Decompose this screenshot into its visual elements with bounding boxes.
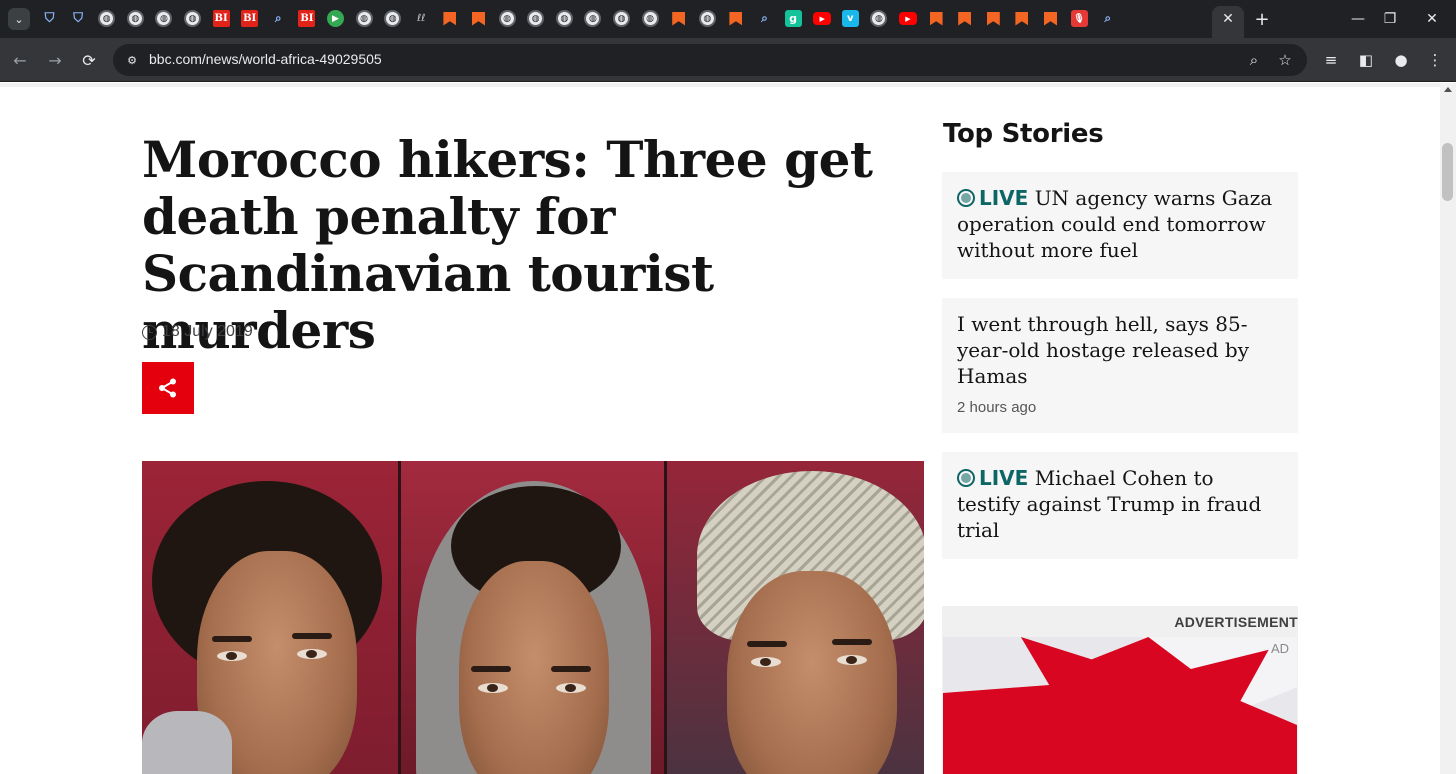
story-title[interactable]: I went through hell, says 85-year-old ho… [957, 311, 1283, 389]
globe-favicon-icon[interactable]: ◍ [870, 10, 888, 27]
back-icon[interactable]: ← [9, 49, 31, 71]
li-favicon-icon[interactable]: ℓℓ [413, 10, 430, 27]
pod-favicon-icon[interactable]: 🎙 [1070, 10, 1088, 27]
globe-favicon-icon[interactable]: ◍ [584, 10, 602, 27]
globe-favicon-icon[interactable]: ◍ [555, 10, 573, 27]
yt-favicon-icon[interactable]: ▶ [813, 12, 832, 25]
date-text: 18 July 2019 [162, 323, 253, 340]
bm-favicon-icon[interactable] [1013, 10, 1030, 27]
story-link[interactable]: LIVE UN agency warns Gaza operation coul… [957, 185, 1283, 263]
top-stories-heading: Top Stories [943, 119, 1104, 149]
live-label: LIVE [979, 186, 1029, 210]
search-favicon-icon[interactable]: ⌕ [756, 10, 773, 27]
bm-favicon-icon[interactable] [670, 10, 687, 27]
scroll-thumb[interactable] [1442, 143, 1453, 201]
page-scrollbar[interactable] [1440, 83, 1456, 774]
forward-icon[interactable]: → [44, 49, 66, 71]
minimize-icon[interactable]: — [1347, 8, 1369, 30]
side-panel-icon[interactable]: ◧ [1355, 49, 1377, 71]
bm-favicon-icon[interactable] [441, 10, 458, 27]
story-link[interactable]: LIVE Michael Cohen to testify against Tr… [957, 465, 1283, 543]
photo-panel-middle [401, 461, 664, 774]
globe-favicon-icon[interactable]: ◍ [98, 10, 116, 27]
search-favicon-icon[interactable]: ⌕ [1099, 10, 1116, 27]
article-headline: Morocco hikers: Three get death penalty … [142, 130, 873, 360]
scroll-up-arrow-icon[interactable] [1444, 87, 1452, 92]
globe-favicon-icon[interactable]: ◍ [155, 10, 173, 27]
globe-favicon-icon[interactable]: ◍ [498, 10, 516, 27]
new-tab-button[interactable]: + [1252, 9, 1272, 30]
bi-favicon-icon[interactable]: BI [298, 10, 316, 27]
article-date: 18 July 2019 [142, 323, 253, 341]
ad-tag: AD [1270, 641, 1289, 656]
address-bar[interactable]: ⚙ bbc.com/news/world-africa-49029505 ⌕ ☆ [113, 44, 1307, 76]
globe-favicon-icon[interactable]: ◍ [527, 10, 545, 27]
zoom-icon[interactable]: ⌕ [1244, 50, 1264, 70]
media-controls-icon[interactable]: ≡ [1320, 49, 1342, 71]
story-card[interactable]: LIVE Michael Cohen to testify against Tr… [942, 452, 1298, 559]
globe-favicon-icon[interactable]: ◍ [184, 10, 201, 27]
restore-icon[interactable]: ❐ [1379, 8, 1401, 30]
live-label: LIVE [979, 466, 1029, 490]
tab-strip: ⌄ ⛉ ⛉ ◍ ◍ ◍ ◍ BI BI ⌕ BI ▶ ◍ ◍ ℓℓ ◍ ◍ ◍ ◍ ◍ ◍ ◍ ⌕ g ▶ v ◍ ▶ 🎙 ⌕ ✕ + … [0, 0, 1456, 38]
story-card[interactable]: I went through hell, says 85-year-old ho… [942, 298, 1298, 433]
globe-favicon-icon[interactable]: ◍ [641, 10, 659, 27]
clock-icon [142, 324, 157, 340]
url-text[interactable]: bbc.com/news/world-africa-49029505 [149, 51, 382, 67]
site-info-icon[interactable]: ⚙ [123, 51, 141, 69]
v-favicon-icon[interactable]: v [841, 10, 859, 27]
close-tab-icon[interactable]: ✕ [1219, 10, 1237, 28]
bi-favicon-icon[interactable]: BI [241, 10, 259, 27]
globe-favicon-icon[interactable]: ◍ [126, 10, 144, 27]
live-indicator-icon [957, 469, 975, 487]
globe-favicon-icon[interactable]: ◍ [613, 10, 630, 27]
yt-favicon-icon[interactable]: ▶ [899, 12, 917, 25]
bm-favicon-icon[interactable] [985, 10, 1002, 27]
advertisement-label: ADVERTISEMENT [1174, 614, 1298, 630]
live-indicator-icon [957, 189, 975, 207]
live-badge: LIVE [957, 466, 1028, 490]
ad-image[interactable]: AD [943, 637, 1297, 774]
bm-favicon-icon[interactable] [727, 10, 744, 27]
advertisement: ADVERTISEMENT AD [942, 606, 1298, 774]
story-card[interactable]: LIVE UN agency warns Gaza operation coul… [942, 172, 1298, 279]
search-favicon-icon[interactable]: ⌕ [270, 10, 287, 27]
close-window-icon[interactable]: ✕ [1421, 8, 1443, 30]
globe-favicon-icon[interactable]: ◍ [355, 10, 373, 27]
profile-avatar-icon[interactable]: ● [1390, 49, 1412, 71]
g-favicon-icon[interactable]: g [784, 10, 802, 27]
shield-favicon-icon[interactable]: ⛉ [41, 10, 58, 27]
menu-kebab-icon[interactable]: ⋮ [1424, 49, 1446, 71]
bm-favicon-icon[interactable] [928, 10, 945, 27]
article-photo [142, 461, 924, 774]
share-icon [159, 378, 176, 398]
bm-favicon-icon[interactable] [1042, 10, 1059, 27]
bm-favicon-icon[interactable] [956, 10, 973, 27]
share-button[interactable] [142, 362, 194, 414]
shield-favicon-icon[interactable]: ⛉ [70, 10, 87, 27]
tab-search-button[interactable]: ⌄ [8, 8, 30, 30]
bi-favicon-icon[interactable]: BI [212, 10, 230, 27]
globe-favicon-icon[interactable]: ◍ [384, 10, 402, 27]
play-favicon-icon[interactable]: ▶ [327, 10, 344, 27]
browser-toolbar: ← → ⟳ ⚙ bbc.com/news/world-africa-490295… [0, 38, 1456, 82]
live-badge: LIVE [957, 186, 1028, 210]
ad-flag-maple-leaf [943, 637, 1297, 774]
page-top-border [0, 83, 1440, 87]
story-timestamp: 2 hours ago [957, 399, 1037, 416]
reload-icon[interactable]: ⟳ [78, 49, 100, 71]
bookmark-star-icon[interactable]: ☆ [1275, 50, 1295, 70]
bm-favicon-icon[interactable] [470, 10, 487, 27]
page-content: Morocco hikers: Three get death penalty … [0, 83, 1440, 774]
photo-panel-right [667, 461, 924, 774]
photo-panel-left [142, 461, 398, 774]
globe-favicon-icon[interactable]: ◍ [698, 10, 716, 27]
